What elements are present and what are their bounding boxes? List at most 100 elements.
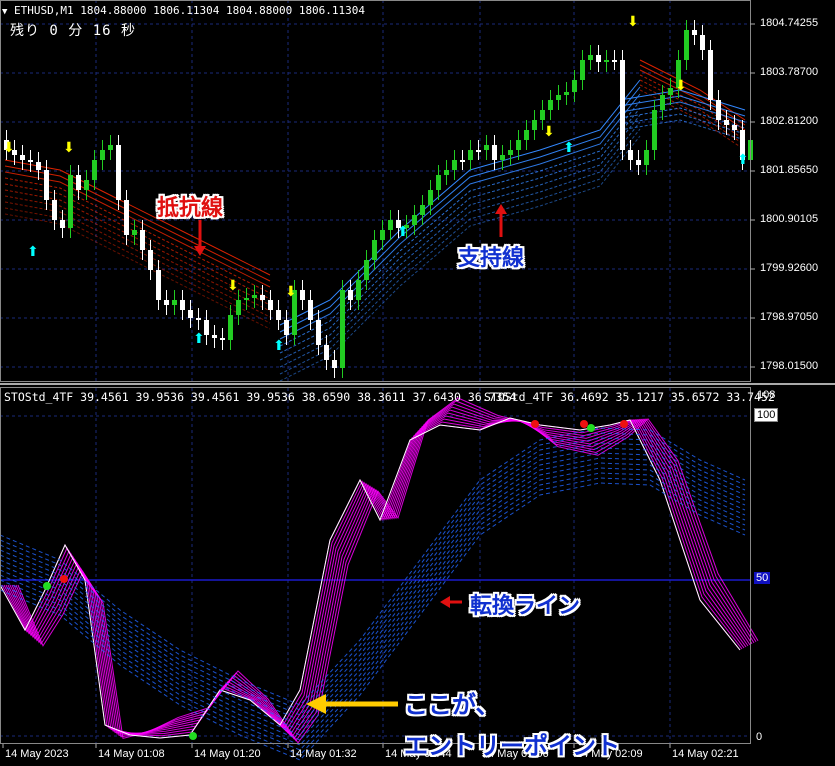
chart-canvas: ⬇ ⬇ ⬇ ⬇ ⬇ ⬇ ⬇ ⬆ ⬆ ⬆ ⬆ ⬆ ⬆	[0, 0, 835, 761]
cross-down-dot	[60, 575, 68, 583]
candle-body	[460, 160, 465, 162]
candle-body	[228, 315, 233, 340]
symbol-line: ETHUSD,M1 1804.88000 1806.11304 1804.880…	[14, 4, 366, 17]
candle-timer: 残り 0 分 16 秒	[10, 23, 137, 39]
candle-body	[516, 140, 521, 150]
down-arrow-icon: ⬇	[627, 14, 639, 30]
price-tick: 1798.97050	[760, 311, 819, 323]
cross-up-dot	[189, 732, 197, 740]
candle-body	[380, 230, 385, 240]
candle-body	[140, 230, 145, 250]
down-arrow-icon: ⬇	[543, 124, 555, 140]
cross-up-dot	[587, 424, 595, 432]
down-arrow-icon: ⬇	[227, 278, 239, 294]
indicator-header-right: STOStd_4TF 36.4692 35.1217 35.6572 33.74…	[484, 390, 775, 404]
support-pointer-head	[495, 204, 507, 214]
candlesticks	[4, 20, 753, 378]
support-band	[279, 86, 641, 333]
candle-body	[332, 360, 337, 368]
support-label: 支持線	[458, 246, 525, 271]
candle-body	[668, 88, 673, 95]
candle-body	[196, 318, 201, 320]
candle-body	[564, 92, 569, 95]
candle-body	[132, 230, 137, 235]
candle-body	[612, 60, 617, 62]
candle-body	[700, 35, 705, 50]
candle-body	[212, 335, 217, 338]
candle-body	[372, 240, 377, 260]
support-band	[279, 100, 641, 347]
candle-body	[76, 175, 81, 190]
candle-body	[316, 320, 321, 345]
support-band	[279, 114, 641, 361]
candle-body	[60, 220, 65, 228]
price-tick: 1798.01500	[760, 360, 819, 372]
candle-body	[324, 345, 329, 360]
up-arrow-icon: ⬆	[193, 331, 205, 347]
candle-body	[164, 300, 169, 305]
support-band	[279, 93, 641, 340]
candle-body	[92, 160, 97, 180]
candle-body	[148, 250, 153, 270]
candle-body	[580, 60, 585, 80]
time-tick: 14 May 01:08	[98, 748, 165, 760]
price-tick: 1803.78700	[760, 66, 819, 78]
time-tick: 14 May 01:20	[194, 748, 261, 760]
down-arrow-icon: ⬇	[3, 140, 15, 156]
candle-body	[284, 320, 289, 335]
candle-body	[100, 150, 105, 160]
entry-label-2: エントリーポイント	[404, 732, 620, 760]
price-tick: 1804.74255	[760, 17, 819, 29]
time-tick: 14 May 01:32	[290, 748, 357, 760]
up-arrow-icon: ⬆	[563, 140, 575, 156]
turn-pointer-head	[440, 596, 450, 608]
up-arrow-icon: ⬆	[737, 152, 749, 168]
stoch-fast-line	[11, 406, 753, 738]
candle-body	[348, 290, 353, 300]
candle-body	[412, 215, 417, 225]
candle-body	[548, 100, 553, 110]
candle-body	[180, 300, 185, 310]
candle-body	[532, 120, 537, 130]
candle-body	[36, 162, 41, 170]
candle-body	[644, 150, 649, 165]
candle-body	[252, 295, 257, 298]
entry-label-1: ここが、	[404, 691, 500, 719]
support-band	[279, 107, 641, 354]
resistance-label: 抵抗線	[157, 196, 224, 221]
cross-down-dot	[580, 420, 588, 428]
candle-body	[508, 150, 513, 155]
candle-body	[428, 190, 433, 205]
candle-body	[116, 145, 121, 200]
down-arrow-icon: ⬇	[675, 78, 687, 94]
up-arrow-icon: ⬆	[397, 224, 409, 240]
cross-down-dot	[531, 420, 539, 428]
candle-body	[68, 175, 73, 228]
candle-body	[260, 295, 265, 300]
cross-down-dot	[620, 420, 628, 428]
candle-body	[188, 310, 193, 318]
candle-body	[732, 125, 737, 130]
candle-body	[436, 175, 441, 190]
candle-body	[52, 200, 57, 220]
candle-body	[588, 55, 593, 60]
candle-body	[364, 260, 369, 280]
candle-body	[476, 150, 481, 152]
down-arrow-icon: ⬇	[285, 284, 297, 300]
indicator-axis-max: 108	[757, 389, 776, 401]
stoch-fast-line	[15, 400, 757, 742]
candle-body	[44, 170, 49, 200]
candle-body	[468, 150, 473, 160]
stoch-slow-line	[0, 477, 746, 756]
time-tick: 14 May 02:21	[672, 748, 739, 760]
candle-body	[444, 170, 449, 175]
dropdown-icon[interactable]: ▼	[2, 7, 7, 17]
candle-body	[540, 110, 545, 120]
price-tick: 1800.90105	[760, 213, 819, 225]
indicator-axis-mid: 50	[754, 572, 771, 584]
stoch-fast-line	[9, 409, 751, 736]
candle-body	[204, 320, 209, 335]
candle-body	[556, 95, 561, 100]
candle-body	[724, 120, 729, 125]
stoch-fast-line	[7, 412, 749, 735]
